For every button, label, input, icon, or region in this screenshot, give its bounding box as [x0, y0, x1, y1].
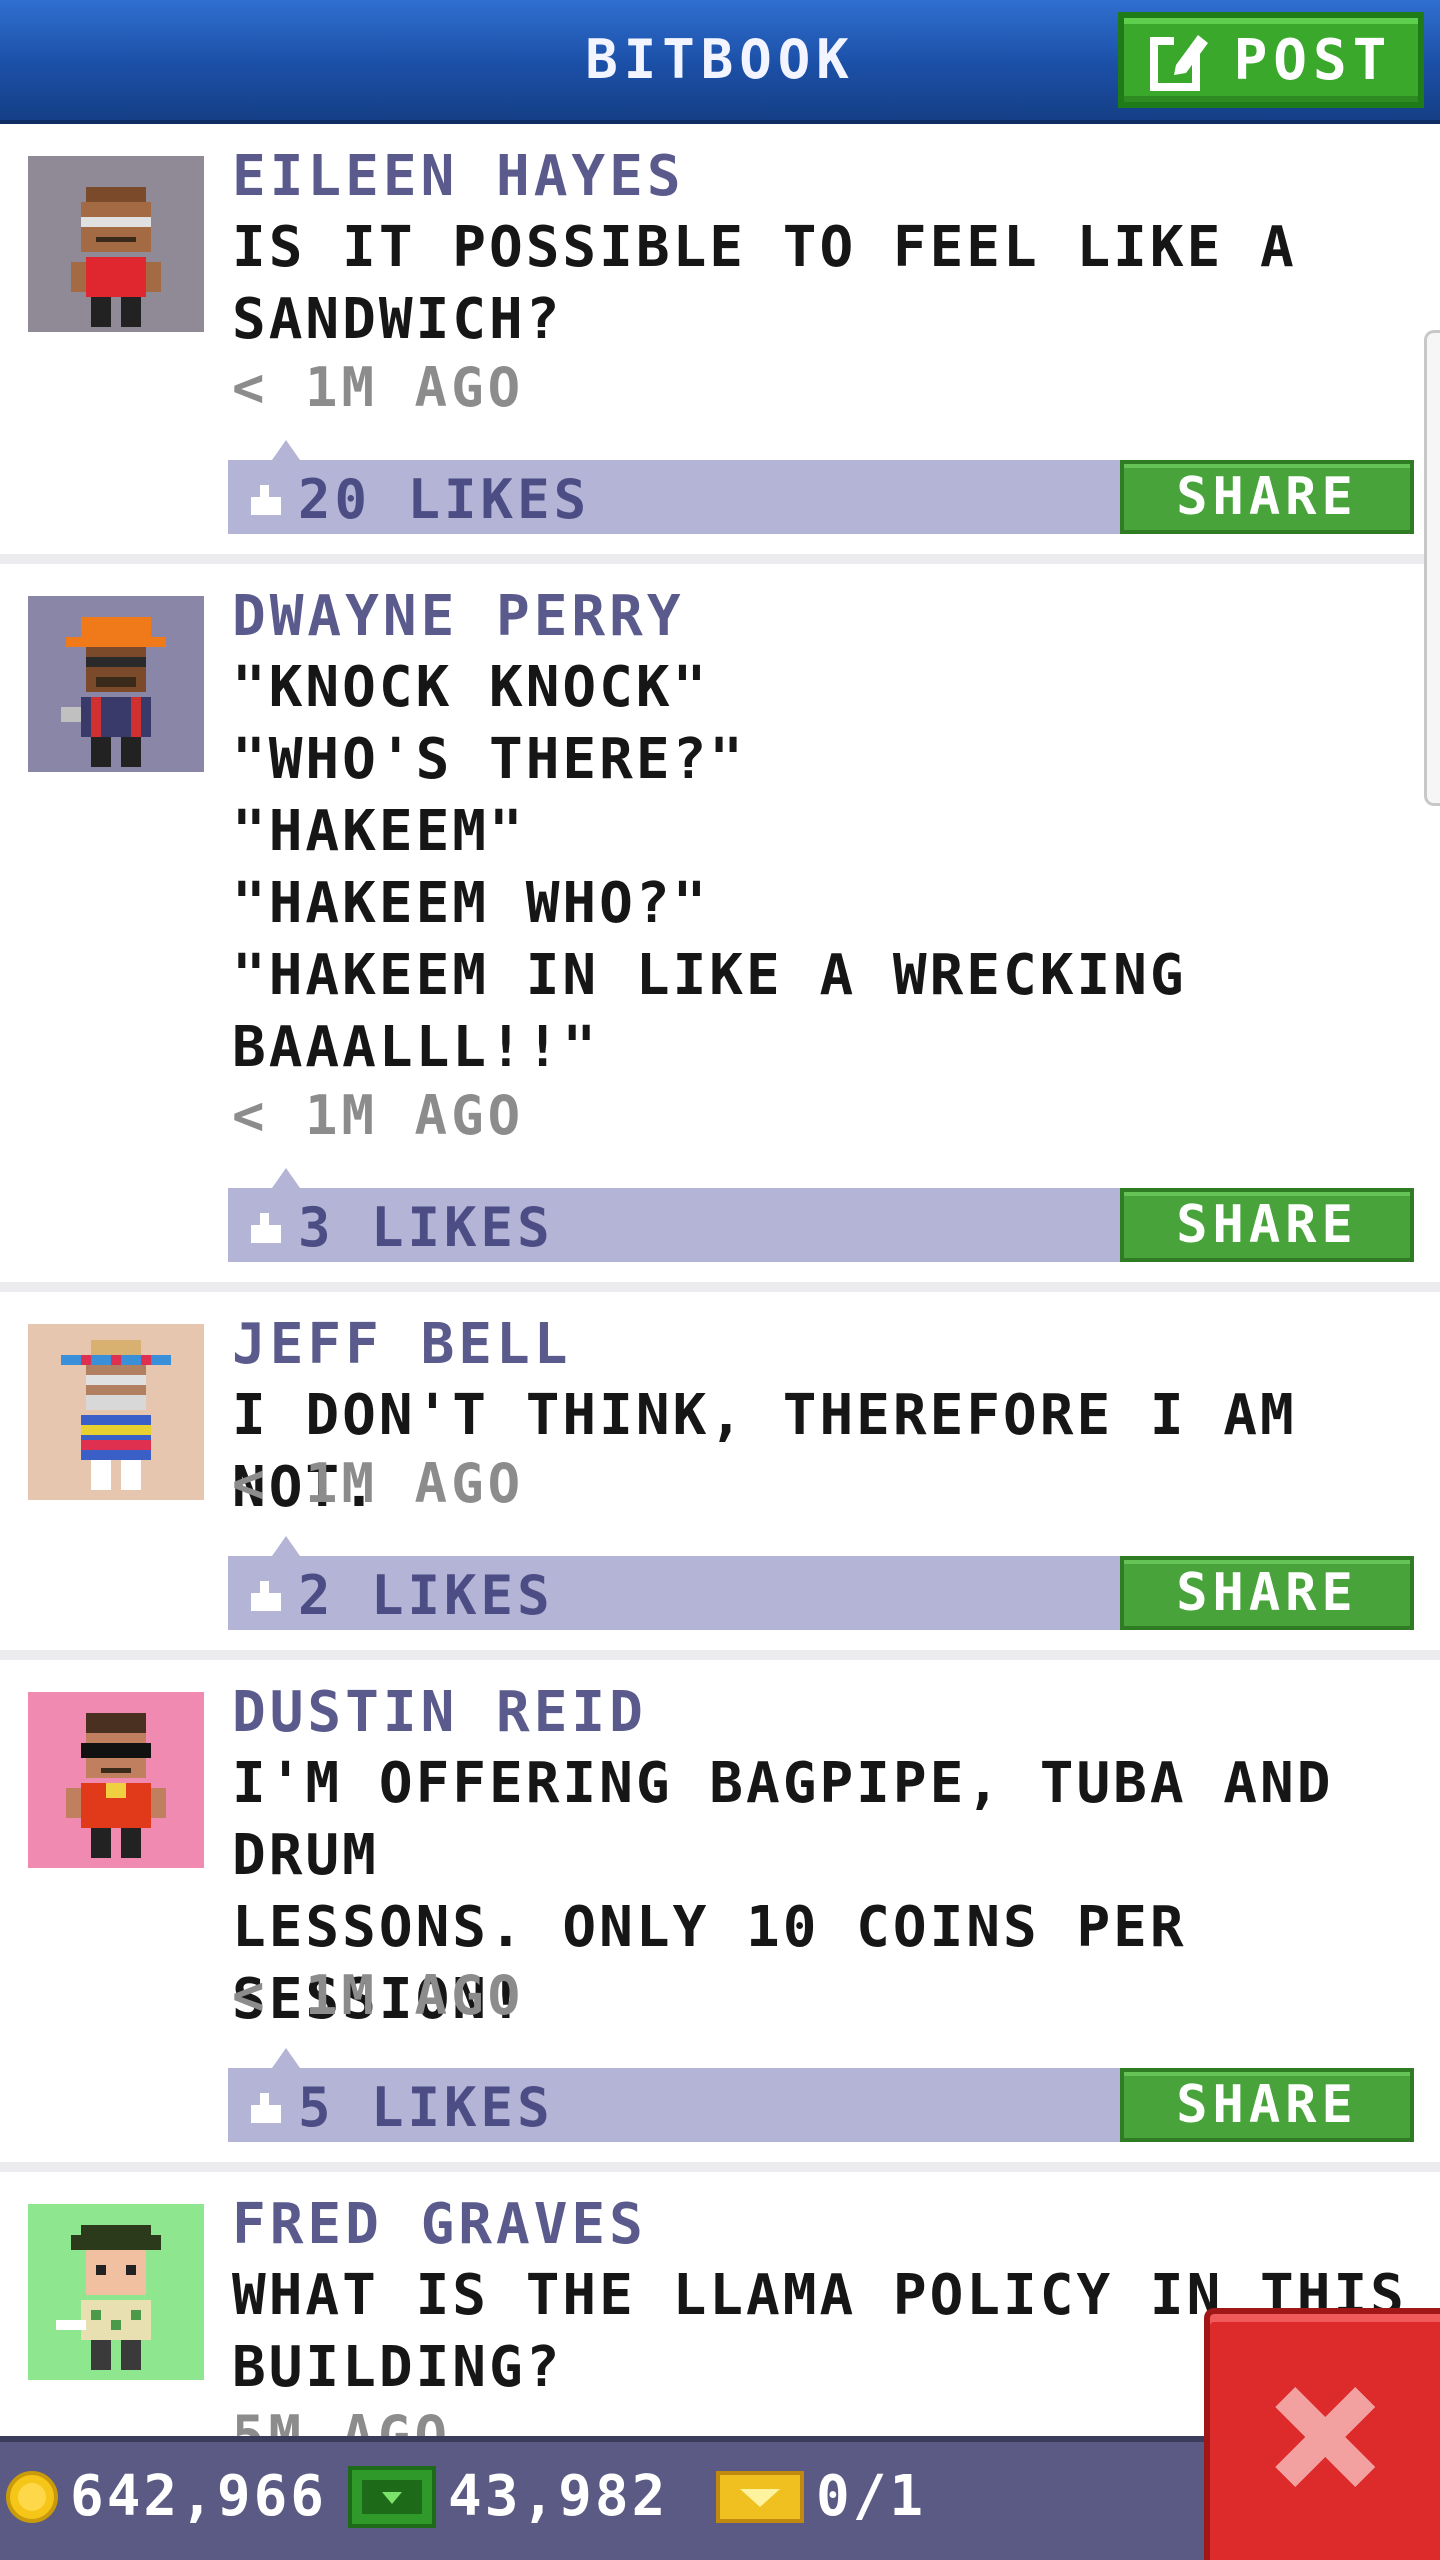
- avatar-icon: [71, 187, 161, 327]
- like-bar: 2 LIKES SHARE: [228, 1536, 1414, 1630]
- share-button[interactable]: SHARE: [1120, 1556, 1414, 1630]
- post-text-line: "WHO'S THERE?": [232, 727, 747, 792]
- post-text: IS IT POSSIBLE TO FEEL LIKE A SANDWICH?: [232, 212, 1432, 356]
- post-timestamp: 5M AGO: [232, 2404, 452, 2436]
- post-card: DUSTIN REID I'M OFFERING BAGPIPE, TUBA A…: [0, 1660, 1440, 2172]
- post-text-line: "HAKEEM IN LIKE A WRECKING: [232, 943, 1187, 1008]
- thumbs-up-icon: [251, 1580, 281, 1611]
- like-button[interactable]: 2 LIKES: [248, 1564, 554, 1627]
- avatar: [28, 2204, 204, 2380]
- like-bar: 5 LIKES SHARE: [228, 2048, 1414, 2142]
- post-text-line: LESSONS. ONLY 10 COINS PER: [232, 1895, 1187, 1960]
- share-button[interactable]: SHARE: [1120, 460, 1414, 534]
- post-text: "KNOCK KNOCK" "WHO'S THERE?" "HAKEEM" "H…: [232, 652, 1432, 1084]
- ticket-icon: [716, 2470, 804, 2523]
- like-count: 20 LIKES: [298, 468, 591, 531]
- avatar: [28, 1324, 204, 1500]
- compose-icon: [1149, 31, 1210, 91]
- scrollbar[interactable]: [1424, 330, 1440, 806]
- coins-counter: 642,966: [6, 2464, 327, 2529]
- avatar-icon: [61, 1340, 171, 1490]
- thumbs-up-icon: [251, 484, 281, 515]
- post-card: DWAYNE PERRY "KNOCK KNOCK" "WHO'S THERE?…: [0, 564, 1440, 1292]
- like-count: 3 LIKES: [298, 1196, 554, 1259]
- thumbs-up-icon: [251, 2092, 281, 2123]
- post-text-line: "HAKEEM": [232, 799, 526, 864]
- like-bar-pointer: [272, 1536, 300, 1556]
- avatar: [28, 156, 204, 332]
- post-text-line: SANDWICH?: [232, 287, 563, 352]
- bux-icon: [348, 2465, 436, 2528]
- post-button[interactable]: POST: [1118, 12, 1424, 108]
- feed[interactable]: EILEEN HAYES IS IT POSSIBLE TO FEEL LIKE…: [0, 124, 1440, 2436]
- avatar-icon: [66, 1713, 166, 1858]
- like-button[interactable]: 20 LIKES: [248, 468, 590, 531]
- like-bar-pointer: [272, 1168, 300, 1188]
- top-bar: BITBOOK POST: [0, 0, 1440, 124]
- post-text-line: I'M OFFERING BAGPIPE, TUBA AND DRUM: [232, 1751, 1334, 1888]
- coin-icon: [6, 2470, 58, 2523]
- post-timestamp: < 1M AGO: [232, 1964, 525, 2027]
- like-bar-pointer: [272, 2048, 300, 2068]
- share-button[interactable]: SHARE: [1120, 1188, 1414, 1262]
- post-card: JEFF BELL I DON'T THINK, THEREFORE I AM …: [0, 1292, 1440, 1660]
- like-count: 5 LIKES: [298, 2076, 554, 2139]
- post-author[interactable]: DUSTIN REID: [232, 1680, 647, 1745]
- post-timestamp: < 1M AGO: [232, 1452, 525, 1515]
- post-author[interactable]: DWAYNE PERRY: [232, 584, 685, 649]
- post-text-line: "KNOCK KNOCK": [232, 655, 710, 720]
- avatar-icon: [56, 2225, 161, 2370]
- like-bar: 3 LIKES SHARE: [228, 1168, 1414, 1262]
- like-button[interactable]: 5 LIKES: [248, 2076, 554, 2139]
- post-text-line: BAAALLL!!": [232, 1015, 600, 1080]
- avatar: [28, 596, 204, 772]
- bux-counter: 43,982: [348, 2464, 668, 2529]
- close-button[interactable]: [1204, 2308, 1440, 2560]
- avatar-icon: [61, 617, 166, 767]
- like-button[interactable]: 3 LIKES: [248, 1196, 554, 1259]
- like-bar-pointer: [272, 440, 300, 460]
- like-bar: 20 LIKES SHARE: [228, 440, 1414, 534]
- bux-value: 43,982: [448, 2464, 669, 2529]
- avatar: [28, 1692, 204, 1868]
- tickets-counter: 0/1: [716, 2464, 926, 2529]
- post-author[interactable]: JEFF BELL: [232, 1312, 571, 1377]
- thumbs-up-icon: [251, 1212, 281, 1243]
- close-icon: [1275, 2387, 1375, 2487]
- post-text-line: IS IT POSSIBLE TO FEEL LIKE A: [232, 215, 1297, 280]
- post-text-line: "HAKEEM WHO?": [232, 871, 710, 936]
- coins-value: 642,966: [70, 2464, 328, 2529]
- post-timestamp: < 1M AGO: [232, 1084, 525, 1147]
- post-author[interactable]: FRED GRAVES: [232, 2192, 647, 2257]
- post-author[interactable]: EILEEN HAYES: [232, 144, 685, 209]
- share-button[interactable]: SHARE: [1120, 2068, 1414, 2142]
- post-card: EILEEN HAYES IS IT POSSIBLE TO FEEL LIKE…: [0, 124, 1440, 564]
- post-button-label: POST: [1233, 27, 1393, 93]
- like-count: 2 LIKES: [298, 1564, 554, 1627]
- tickets-value: 0/1: [816, 2464, 927, 2529]
- post-timestamp: < 1M AGO: [232, 356, 525, 419]
